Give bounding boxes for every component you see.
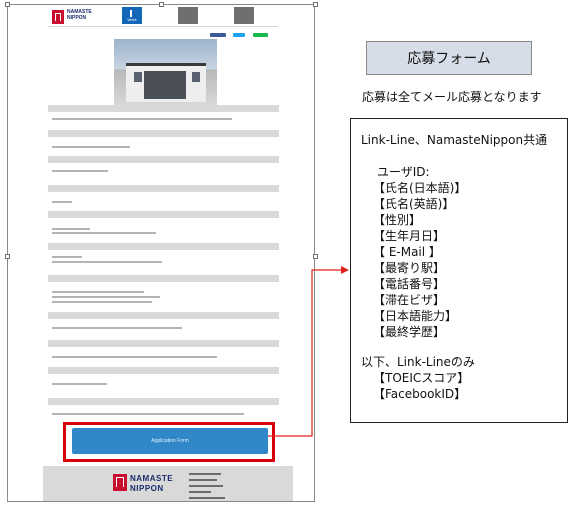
field-item: ユーザID: [377, 165, 430, 179]
field-item: 【性別】 [373, 213, 422, 227]
field-item: 【生年月日】 [373, 229, 446, 243]
field-item: 【氏名(日本語)】 [373, 181, 467, 195]
common-heading: Link-Line、NamasteNippon共通 [361, 132, 547, 148]
field-item: 【氏名(英語)】 [373, 197, 455, 211]
common-heading-text: Link-Line、NamasteNippon共通 [361, 133, 548, 147]
field-item: 【滞在ビザ】 [373, 293, 446, 307]
required-fields-list: Link-Line、NamasteNippon共通 ユーザID: 【氏名(日本語… [361, 132, 547, 402]
field-item: 【最寄り駅】 [373, 261, 446, 275]
field-item: 【日本語能力】 [373, 309, 458, 323]
email-only-note: 応募は全てメール応募となります [362, 90, 542, 104]
linkline-heading: 以下、Link-Lineのみ [361, 355, 475, 369]
field-item: 【 E-Mail 】 [373, 245, 441, 259]
field-item: 【電話番号】 [373, 277, 446, 291]
field-item: 【FacebookID】 [373, 387, 467, 401]
field-item: 【最終学歴】 [373, 325, 446, 339]
application-form-title: 応募フォーム [366, 41, 532, 75]
field-item: 【TOEICスコア】 [373, 371, 470, 385]
